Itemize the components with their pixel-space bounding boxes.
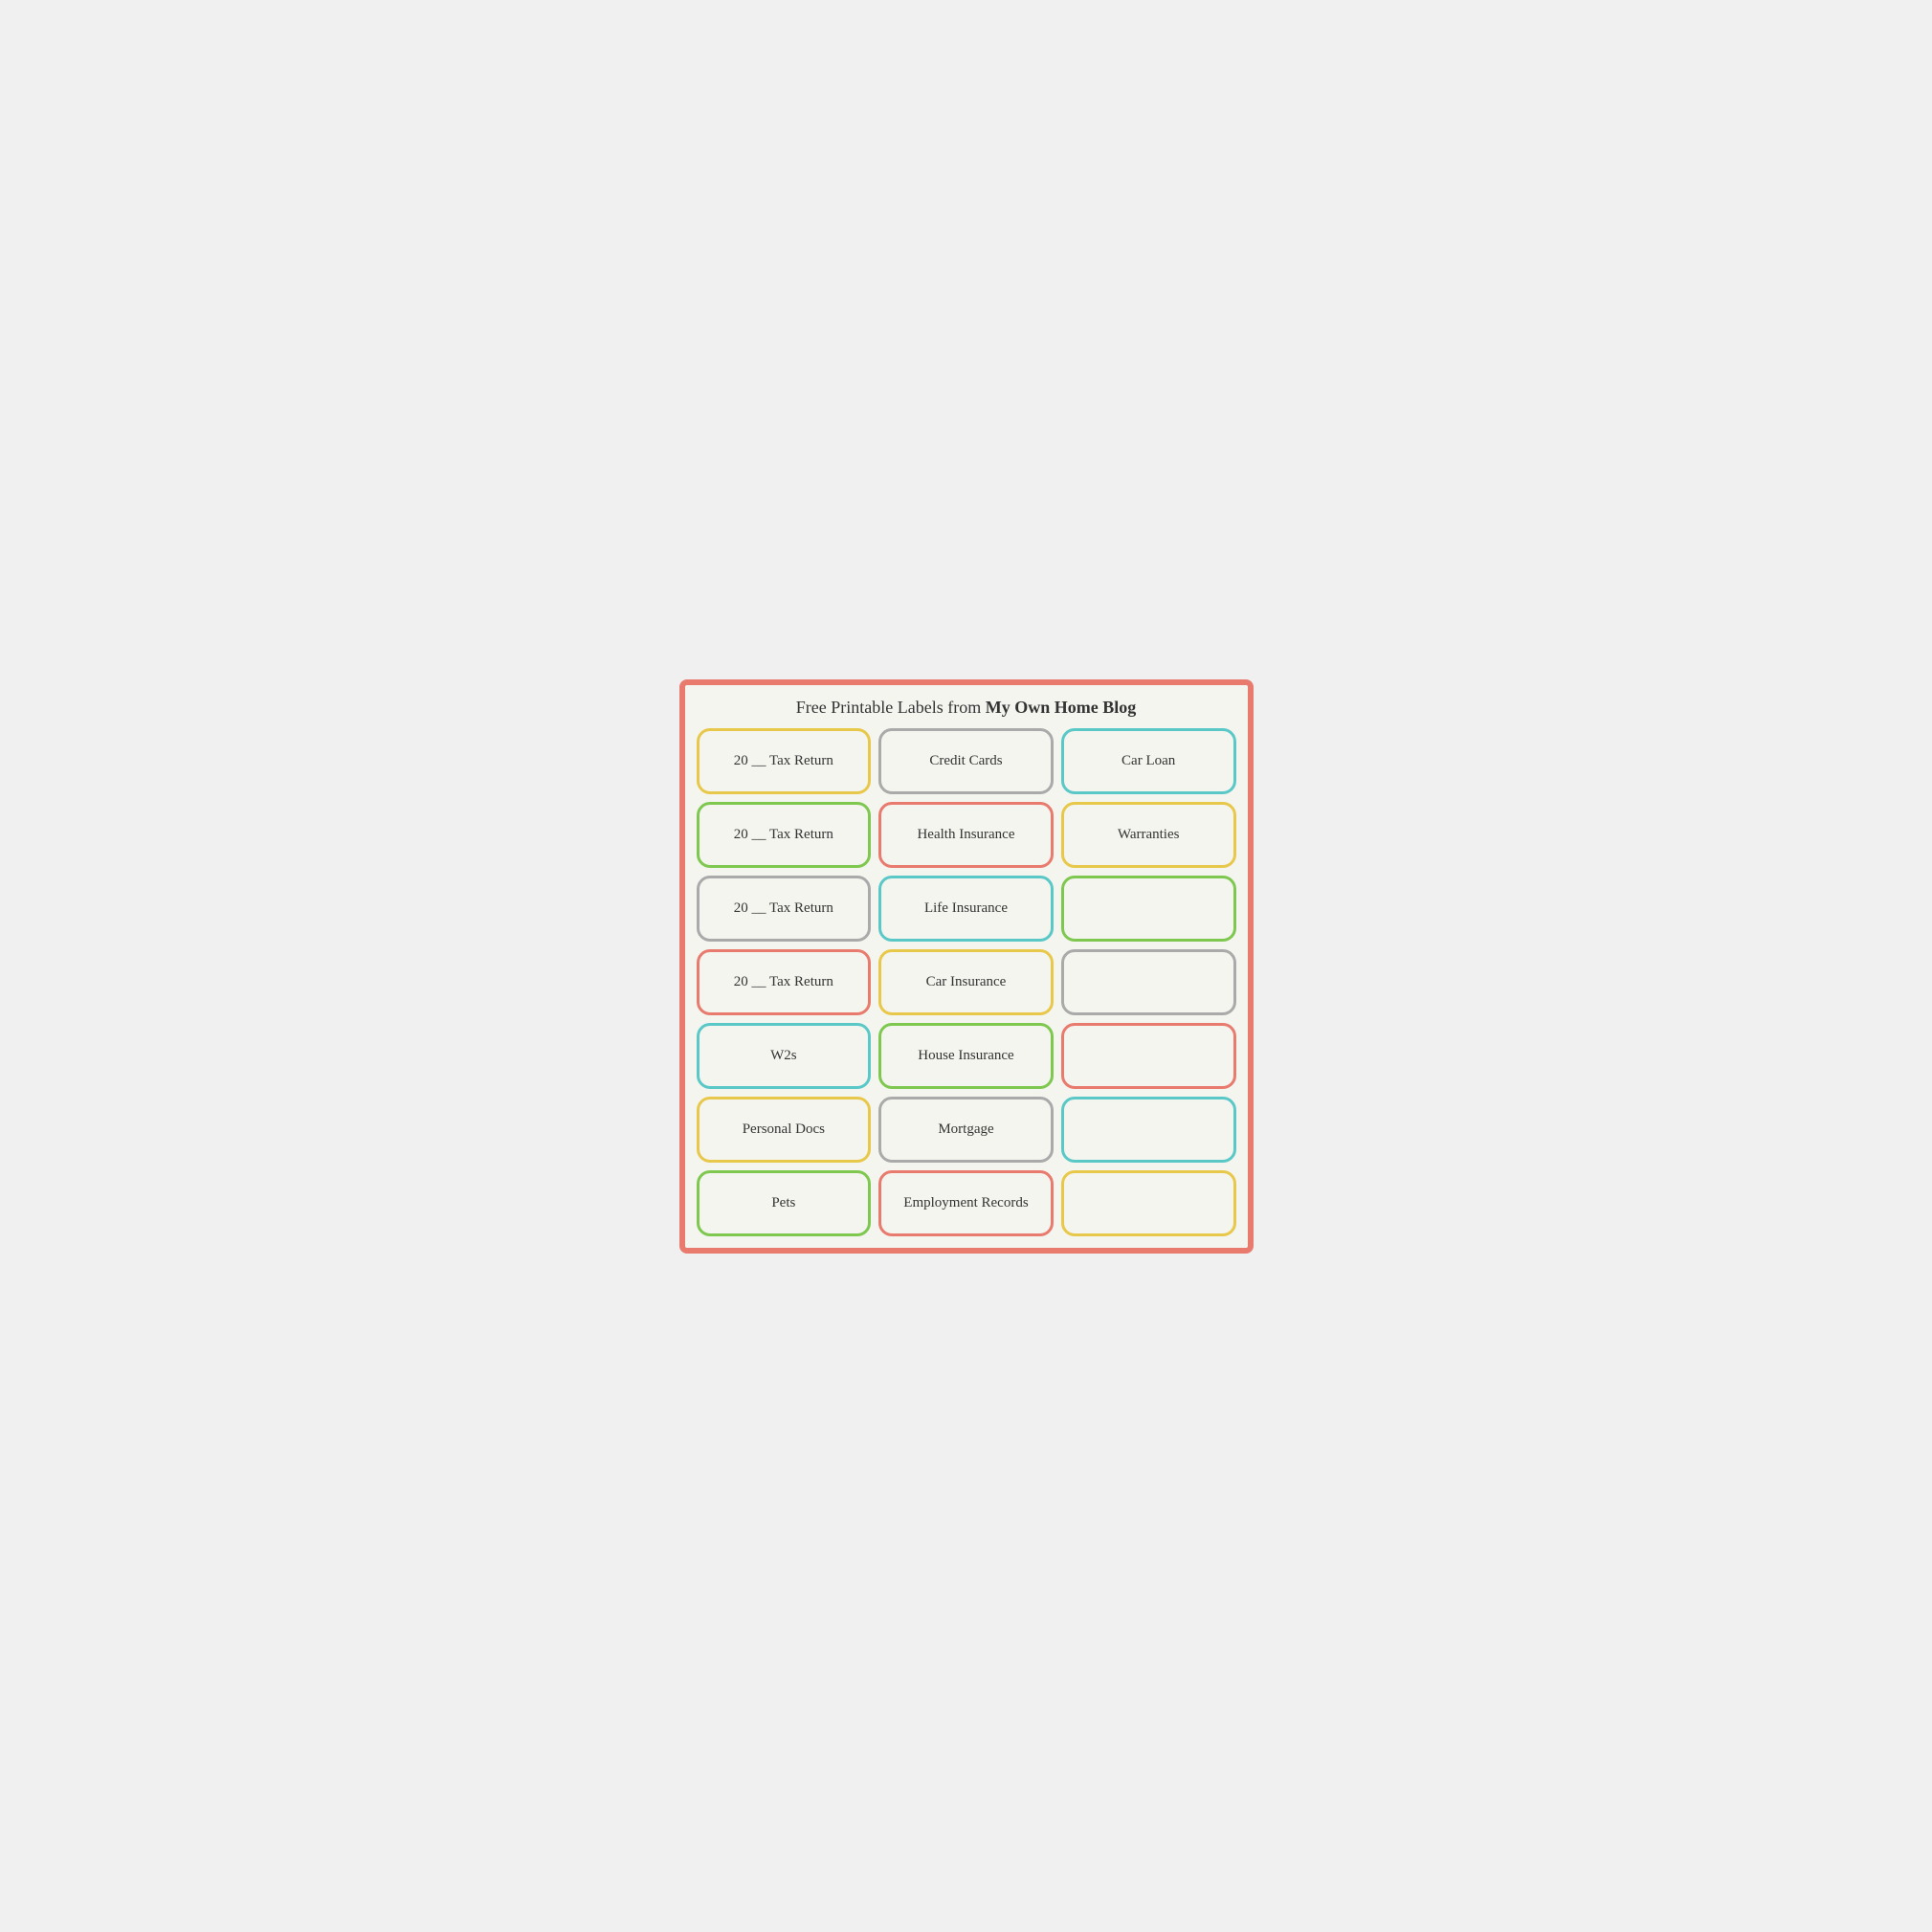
page-title: Free Printable Labels from My Own Home B… [697, 697, 1236, 719]
label-box-6: Warranties [1061, 802, 1236, 868]
label-box-12 [1061, 949, 1236, 1015]
label-box-17: Mortgage [878, 1097, 1054, 1163]
label-box-10: 20 __ Tax Return [697, 949, 872, 1015]
label-box-9 [1061, 876, 1236, 942]
label-box-11: Car Insurance [878, 949, 1054, 1015]
label-box-13: W2s [697, 1023, 872, 1089]
title-part2: My Own Home Blog [986, 698, 1137, 717]
label-box-7: 20 __ Tax Return [697, 876, 872, 942]
label-box-18 [1061, 1097, 1236, 1163]
label-box-3: Car Loan [1061, 728, 1236, 794]
title-part1: Free Printable Labels from [796, 698, 986, 717]
label-box-14: House Insurance [878, 1023, 1054, 1089]
label-box-4: 20 __ Tax Return [697, 802, 872, 868]
label-box-15 [1061, 1023, 1236, 1089]
label-box-5: Health Insurance [878, 802, 1054, 868]
label-box-1: 20 __ Tax Return [697, 728, 872, 794]
label-box-2: Credit Cards [878, 728, 1054, 794]
label-box-8: Life Insurance [878, 876, 1054, 942]
label-grid: 20 __ Tax ReturnCredit CardsCar Loan20 _… [697, 728, 1236, 1236]
label-box-16: Personal Docs [697, 1097, 872, 1163]
label-box-19: Pets [697, 1170, 872, 1236]
label-box-20: Employment Records [878, 1170, 1054, 1236]
page: Free Printable Labels from My Own Home B… [679, 679, 1254, 1254]
label-box-21 [1061, 1170, 1236, 1236]
